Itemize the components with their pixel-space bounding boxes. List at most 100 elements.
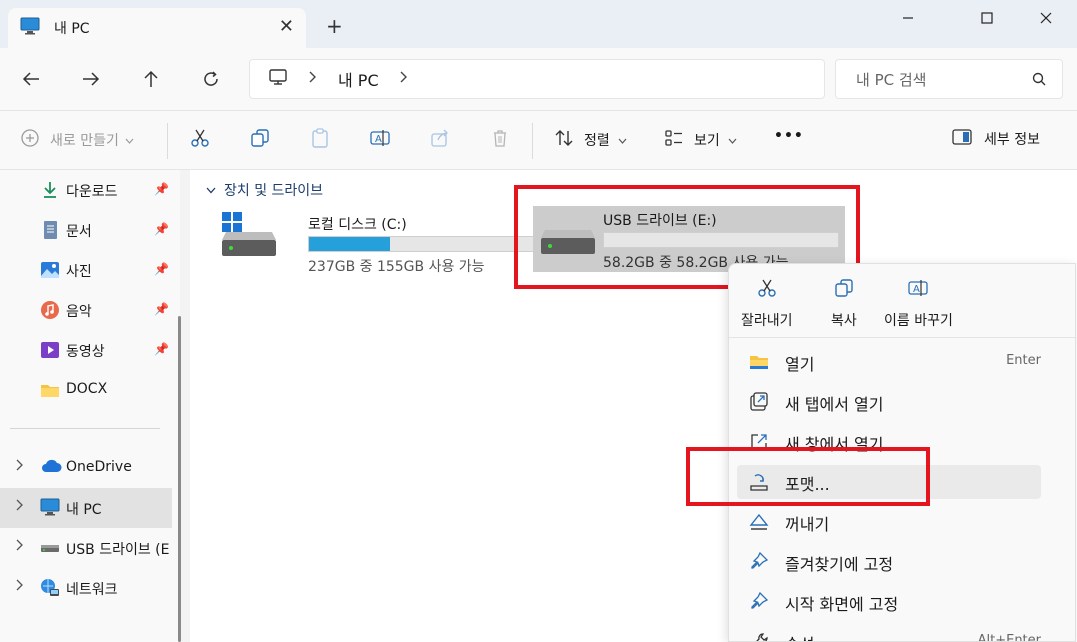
context-cut-button[interactable]: 잘라내기 bbox=[741, 278, 793, 330]
close-tab-button[interactable]: ✕ bbox=[279, 18, 294, 36]
menu-item-label: 즐겨찾기에 고정 bbox=[785, 555, 894, 574]
chevron-right-icon[interactable] bbox=[15, 539, 23, 555]
refresh-button[interactable] bbox=[198, 66, 224, 92]
new-button[interactable]: 새로 만들기 bbox=[20, 128, 134, 152]
monitor-icon bbox=[268, 68, 288, 90]
sidebar-item-music[interactable]: 음악 📌 bbox=[0, 290, 172, 330]
folder-icon bbox=[40, 380, 60, 400]
new-tab-button[interactable]: + bbox=[326, 16, 343, 36]
chevron-down-icon bbox=[206, 182, 216, 198]
chevron-right-icon[interactable] bbox=[15, 579, 23, 595]
chevron-right-icon[interactable] bbox=[15, 499, 23, 515]
back-button[interactable] bbox=[18, 66, 44, 92]
sidebar-item-onedrive[interactable]: OneDrive bbox=[0, 448, 172, 488]
search-icon bbox=[1032, 72, 1046, 90]
sidebar-item-docx[interactable]: DOCX bbox=[0, 370, 172, 410]
command-bar: 새로 만들기 A 정렬 보기 ••• 세부 정보 bbox=[0, 110, 1077, 170]
context-copy-button[interactable]: 복사 bbox=[831, 278, 857, 330]
sidebar-item-label: 사진 bbox=[66, 264, 92, 280]
up-button[interactable] bbox=[138, 66, 164, 92]
download-icon bbox=[40, 180, 60, 200]
pin-icon[interactable]: 📌 bbox=[154, 262, 169, 276]
copy-icon bbox=[250, 128, 270, 152]
details-label: 세부 정보 bbox=[984, 132, 1040, 148]
menu-item-label: 새 탭에서 열기 bbox=[785, 395, 884, 414]
sidebar-item-label: OneDrive bbox=[66, 459, 132, 475]
sidebar-scrollbar[interactable] bbox=[178, 316, 181, 642]
forward-button[interactable] bbox=[78, 66, 104, 92]
menu-item-properties[interactable]: 속성 Alt+Enter bbox=[737, 625, 1041, 641]
search-input[interactable]: 내 PC 검색 bbox=[856, 69, 926, 90]
view-list-icon bbox=[664, 128, 684, 152]
sidebar-item-usb-drive[interactable]: USB 드라이브 (E bbox=[0, 528, 172, 568]
music-icon bbox=[40, 300, 60, 320]
quick-action-label: 복사 bbox=[831, 313, 857, 329]
network-icon bbox=[40, 578, 60, 598]
navigation-pane: 다운로드 📌 문서 📌 사진 📌 음악 📌 동영상 📌 DOCX OneDriv… bbox=[0, 170, 180, 642]
group-header-devices[interactable]: 장치 및 드라이브 bbox=[206, 180, 323, 200]
sidebar-item-pictures[interactable]: 사진 📌 bbox=[0, 250, 172, 290]
menu-item-pin-start[interactable]: 시작 화면에 고정 bbox=[737, 585, 1041, 619]
minimize-button[interactable] bbox=[898, 8, 918, 28]
document-icon bbox=[40, 220, 60, 240]
pin-icon[interactable]: 📌 bbox=[154, 222, 169, 236]
divider bbox=[167, 123, 168, 159]
sidebar-item-label: USB 드라이브 (E bbox=[66, 542, 170, 558]
view-button[interactable]: 보기 bbox=[664, 128, 737, 152]
copy-icon bbox=[834, 278, 854, 302]
hard-drive-icon bbox=[222, 232, 276, 260]
chevron-right-icon[interactable] bbox=[399, 71, 407, 87]
divider bbox=[10, 428, 160, 429]
menu-item-open[interactable]: 열기 Enter bbox=[737, 345, 1041, 379]
sidebar-item-label: 음악 bbox=[66, 304, 92, 320]
paste-button[interactable] bbox=[310, 128, 330, 152]
sidebar-item-this-pc[interactable]: 내 PC bbox=[0, 488, 172, 528]
details-pane-icon bbox=[952, 128, 972, 150]
delete-button[interactable] bbox=[490, 128, 510, 152]
pin-start-icon bbox=[749, 591, 769, 612]
quick-action-label: 잘라내기 bbox=[741, 313, 793, 329]
share-icon bbox=[430, 128, 450, 152]
search-box[interactable]: 내 PC 검색 bbox=[835, 59, 1063, 99]
video-icon bbox=[40, 340, 60, 360]
sidebar-item-downloads[interactable]: 다운로드 📌 bbox=[0, 170, 172, 210]
maximize-button[interactable] bbox=[977, 8, 997, 28]
group-title: 장치 및 드라이브 bbox=[224, 183, 324, 199]
pc-icon bbox=[20, 17, 40, 39]
chevron-right-icon[interactable] bbox=[15, 459, 23, 475]
pin-icon[interactable]: 📌 bbox=[154, 342, 169, 356]
context-rename-button[interactable]: A 이름 바꾸기 bbox=[884, 278, 953, 330]
pin-icon[interactable]: 📌 bbox=[154, 302, 169, 316]
copy-button[interactable] bbox=[250, 128, 270, 152]
more-options-button[interactable]: ••• bbox=[774, 128, 804, 144]
sidebar-item-network[interactable]: 네트워크 bbox=[0, 568, 172, 608]
chevron-down-icon bbox=[125, 132, 134, 148]
sidebar-item-documents[interactable]: 문서 📌 bbox=[0, 210, 172, 250]
usb-drive-icon bbox=[40, 538, 60, 558]
tab-this-pc[interactable]: 내 PC ✕ bbox=[8, 8, 306, 48]
menu-item-pin-quick-access[interactable]: 즐겨찾기에 고정 bbox=[737, 545, 1041, 579]
sidebar-item-videos[interactable]: 동영상 📌 bbox=[0, 330, 172, 370]
address-bar[interactable]: 내 PC bbox=[249, 59, 825, 99]
quick-action-label: 이름 바꾸기 bbox=[884, 313, 953, 329]
rename-button[interactable]: A bbox=[370, 128, 390, 152]
cut-button[interactable] bbox=[190, 128, 210, 152]
drive-usage-bar bbox=[308, 236, 544, 252]
context-quick-actions: 잘라내기 복사 A 이름 바꾸기 bbox=[729, 264, 1075, 338]
pc-icon bbox=[40, 498, 60, 518]
drive-local-disk-c[interactable]: 로컬 디스크 (C:) 237GB 중 155GB 사용 가능 bbox=[212, 210, 544, 276]
sort-button[interactable]: 정렬 bbox=[554, 128, 627, 152]
pin-icon[interactable]: 📌 bbox=[154, 182, 169, 196]
menu-item-label: 속성 bbox=[785, 631, 814, 641]
details-pane-button[interactable]: 세부 정보 bbox=[952, 128, 1040, 150]
scissors-icon bbox=[190, 128, 210, 152]
menu-item-open-new-tab[interactable]: 새 탭에서 열기 bbox=[737, 385, 1041, 419]
pin-icon bbox=[749, 551, 769, 572]
close-window-button[interactable] bbox=[1036, 8, 1056, 28]
chevron-right-icon bbox=[308, 71, 316, 87]
properties-icon bbox=[749, 632, 769, 641]
sidebar-item-label: 네트워크 bbox=[66, 582, 118, 598]
menu-item-eject[interactable]: 꺼내기 bbox=[737, 505, 1041, 539]
share-button[interactable] bbox=[430, 128, 450, 152]
breadcrumb-this-pc[interactable]: 내 PC bbox=[338, 67, 379, 91]
